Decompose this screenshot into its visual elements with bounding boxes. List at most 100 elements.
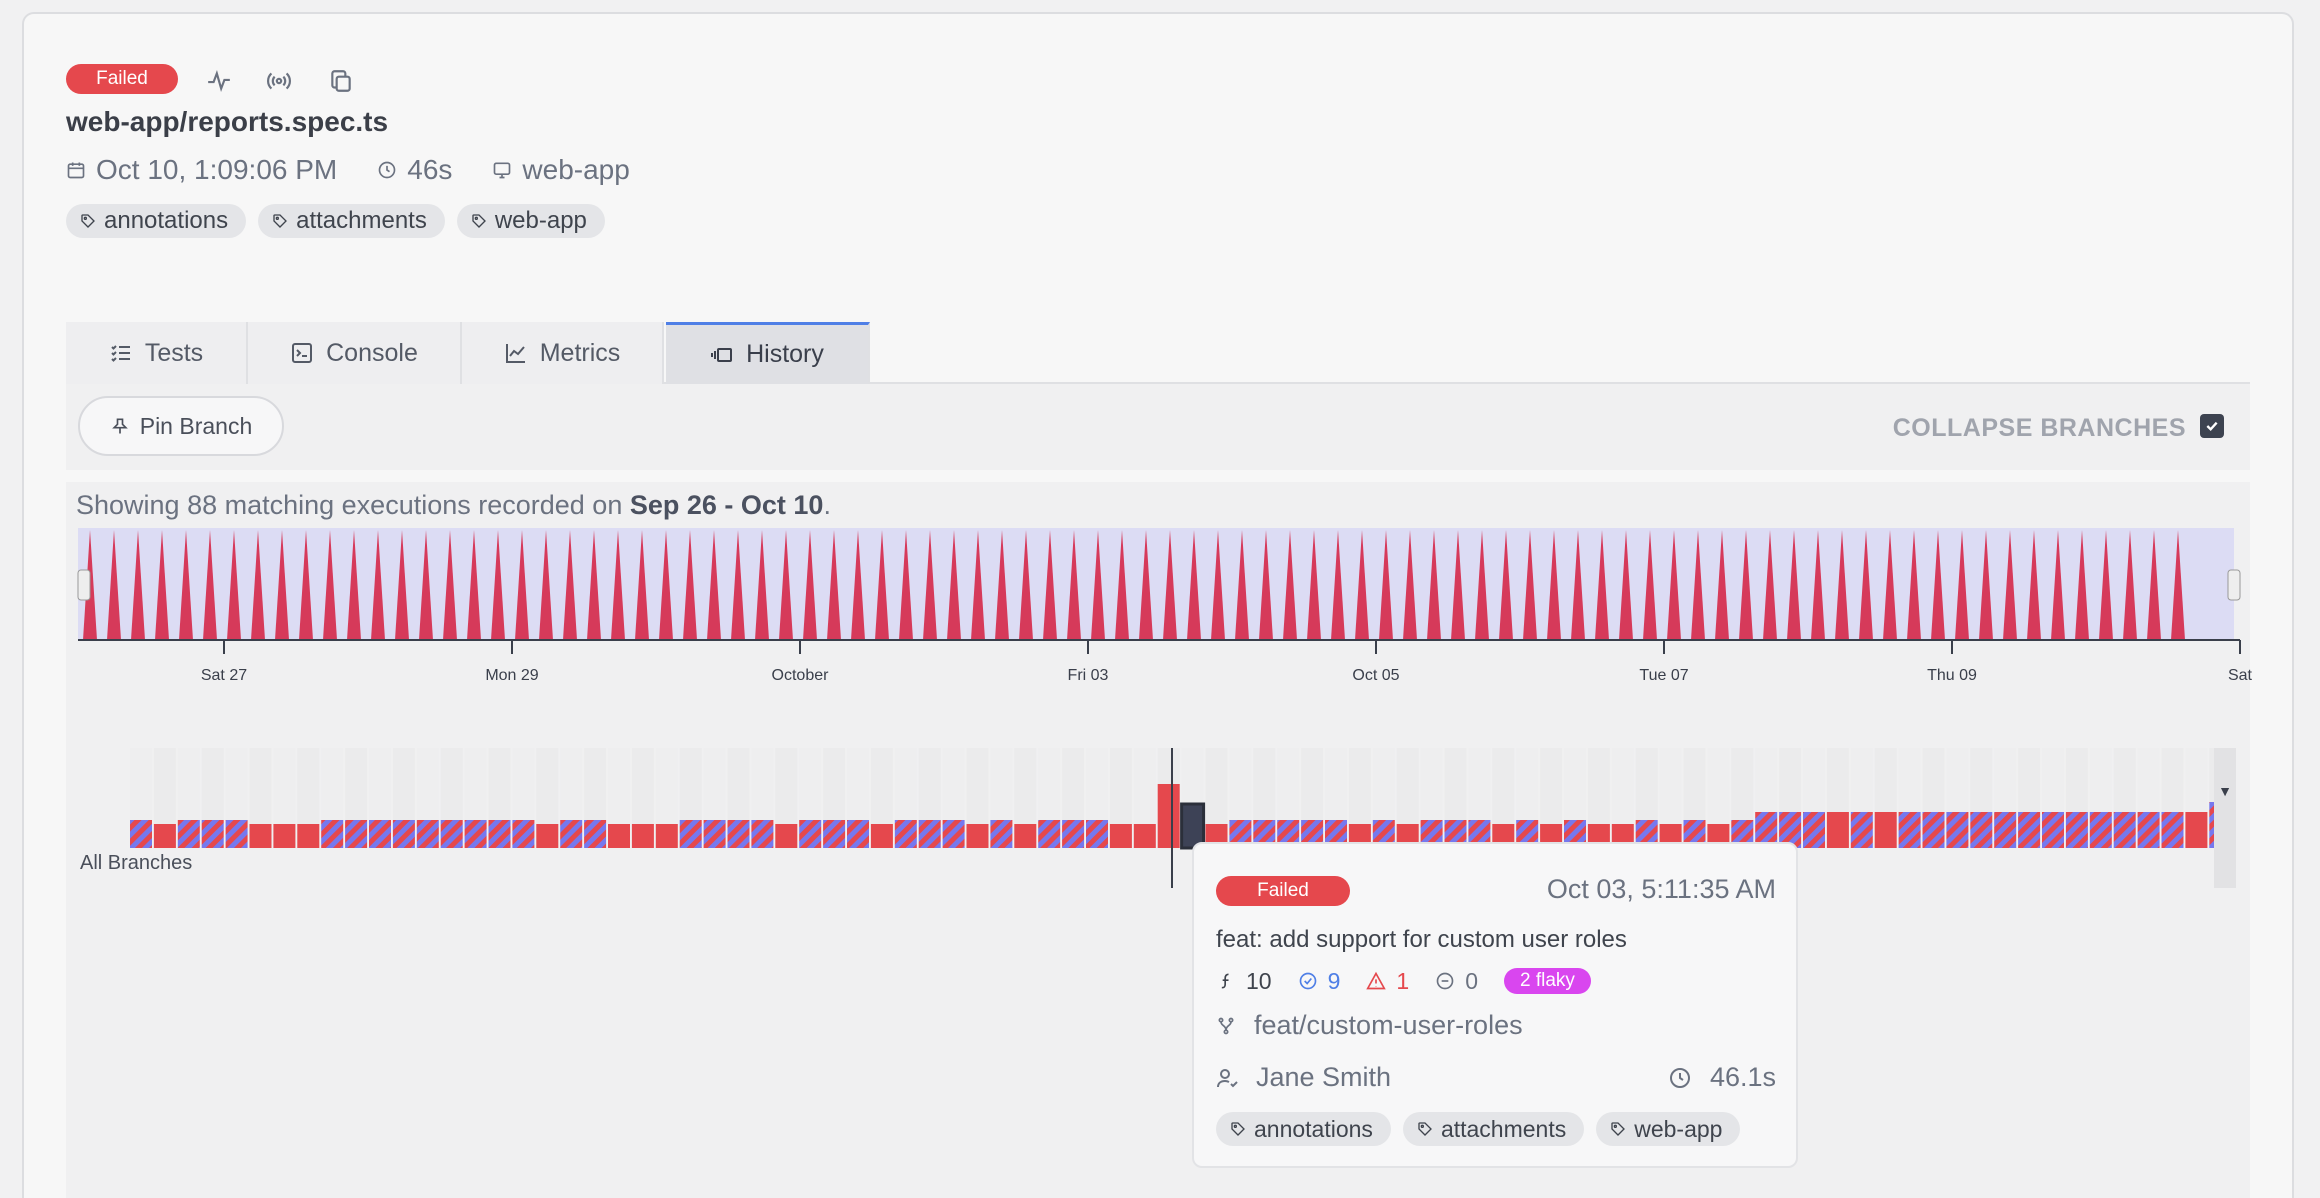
tag-icon [1611,1122,1626,1136]
execution-bar[interactable] [655,824,678,848]
tick-label: Oct 05 [1352,667,1399,684]
stat-failed: 1 [1366,968,1409,995]
execution-bar[interactable] [1038,820,1061,848]
execution-bar[interactable] [153,824,176,848]
history-timeline[interactable]: Sat 27 Mon 29 October Fri 03 Oct 05 Tue 07 Thu… [0,0,2320,1198]
execution-bar[interactable] [2065,812,2088,848]
execution-bar[interactable] [2018,812,2041,848]
duration-value: 46.1s [1709,1062,1776,1092]
execution-bar[interactable] [536,824,559,848]
execution-bar[interactable] [631,824,654,848]
execution-bar[interactable] [440,820,463,848]
execution-bar[interactable] [1157,784,1180,848]
execution-bar[interactable] [1874,812,1897,848]
stat-passed-value: 9 [1327,967,1341,994]
execution-bar[interactable] [918,820,941,848]
execution-bar[interactable] [321,820,344,848]
user-check-icon [1217,1068,1238,1087]
tooltip-tags: annotations attachments web-app [1216,1112,1752,1146]
check-circle-icon [1299,972,1316,990]
execution-bar[interactable] [1850,812,1873,848]
execution-bar[interactable] [1014,824,1037,848]
execution-bar[interactable] [847,820,869,848]
execution-bar[interactable] [2089,812,2112,848]
execution-bar[interactable] [273,824,296,848]
git-branch-icon [1218,1017,1234,1034]
execution-bar[interactable] [130,820,152,848]
execution-bar[interactable] [2137,812,2160,848]
execution-bar[interactable] [464,820,487,848]
execution-bar[interactable] [799,820,822,848]
tooltip-stats: 10 9 1 0 2 flaky [1216,966,1591,996]
execution-bar[interactable] [512,820,535,848]
execution-bar[interactable] [1922,812,1945,848]
execution-bar[interactable] [1994,812,2017,848]
execution-bars[interactable] [130,748,2232,850]
execution-bar[interactable] [1898,812,1921,848]
execution-bar[interactable] [2161,812,2184,848]
execution-bar[interactable] [225,820,248,848]
author-name: Jane Smith [1256,1062,1392,1092]
execution-bar[interactable] [775,824,798,848]
tick-label: Fri 03 [1068,667,1109,684]
execution-bar[interactable] [966,824,989,848]
execution-bar[interactable] [727,820,750,848]
execution-bar[interactable] [416,820,439,848]
flaky-badge: 2 flaky [1503,968,1591,994]
execution-bar[interactable] [679,820,702,848]
execution-bar[interactable] [392,820,415,848]
stat-failed-value: 1 [1396,967,1410,994]
stat-total: 10 [1216,968,1272,995]
execution-bar[interactable] [1803,812,1825,848]
tick-label: Sat 27 [201,667,247,684]
stat-skipped: 0 [1435,968,1478,995]
execution-bar[interactable] [2185,812,2208,848]
execution-bar[interactable] [942,820,965,848]
scroll-end-arrow: ▼ [2218,783,2232,799]
branch-label: All Branches [80,852,193,874]
execution-bar[interactable] [369,820,391,848]
tag-label: annotations [1254,1115,1373,1142]
tick-label: Mon 29 [485,667,538,684]
execution-bar[interactable] [1970,812,1993,848]
execution-bar[interactable] [1086,820,1108,848]
tooltip-duration: 46.1s [1668,1062,1776,1093]
tag-web-app[interactable]: web-app [1596,1112,1741,1146]
execution-bar[interactable] [1062,820,1085,848]
execution-bar[interactable] [297,824,320,848]
function-icon [1221,973,1229,989]
execution-bar[interactable] [345,820,368,848]
execution-bar[interactable] [751,820,774,848]
tag-icon [1231,1122,1245,1136]
execution-bar[interactable] [560,820,583,848]
execution-bar[interactable] [249,824,272,848]
execution-bar[interactable] [1826,812,1849,848]
scroll-end-marker [2214,748,2236,888]
commit-message: feat: add support for custom user roles [1216,926,1627,953]
execution-bar[interactable] [894,820,917,848]
brush-handle-right[interactable] [2227,569,2241,601]
execution-bar[interactable] [584,820,607,848]
execution-bar[interactable] [823,820,846,848]
execution-bar[interactable] [2042,812,2064,848]
execution-bar[interactable] [201,820,224,848]
tag-attachments[interactable]: attachments [1402,1112,1585,1146]
execution-bar[interactable] [488,820,511,848]
execution-bar[interactable] [177,820,200,848]
tag-annotations[interactable]: annotations [1216,1112,1391,1146]
brush-handle-left[interactable] [77,569,91,601]
execution-bar[interactable] [990,820,1013,848]
execution-bar[interactable] [1109,824,1132,848]
execution-bar[interactable] [2113,812,2136,848]
execution-bar[interactable] [608,824,630,848]
stat-total-value: 10 [1246,967,1272,994]
execution-bar[interactable] [703,820,726,848]
execution-tooltip: Failed Oct 03, 5:11:35 AM feat: add supp… [1192,842,1798,1168]
tooltip-branch: feat/custom-user-roles [1216,1010,1523,1041]
execution-bar[interactable] [870,824,893,848]
tag-label: web-app [1634,1115,1723,1142]
stat-skipped-value: 0 [1465,967,1478,994]
tooltip-author: Jane Smith [1216,1062,1391,1093]
execution-bar[interactable] [1133,824,1156,848]
execution-bar[interactable] [1946,812,1969,848]
